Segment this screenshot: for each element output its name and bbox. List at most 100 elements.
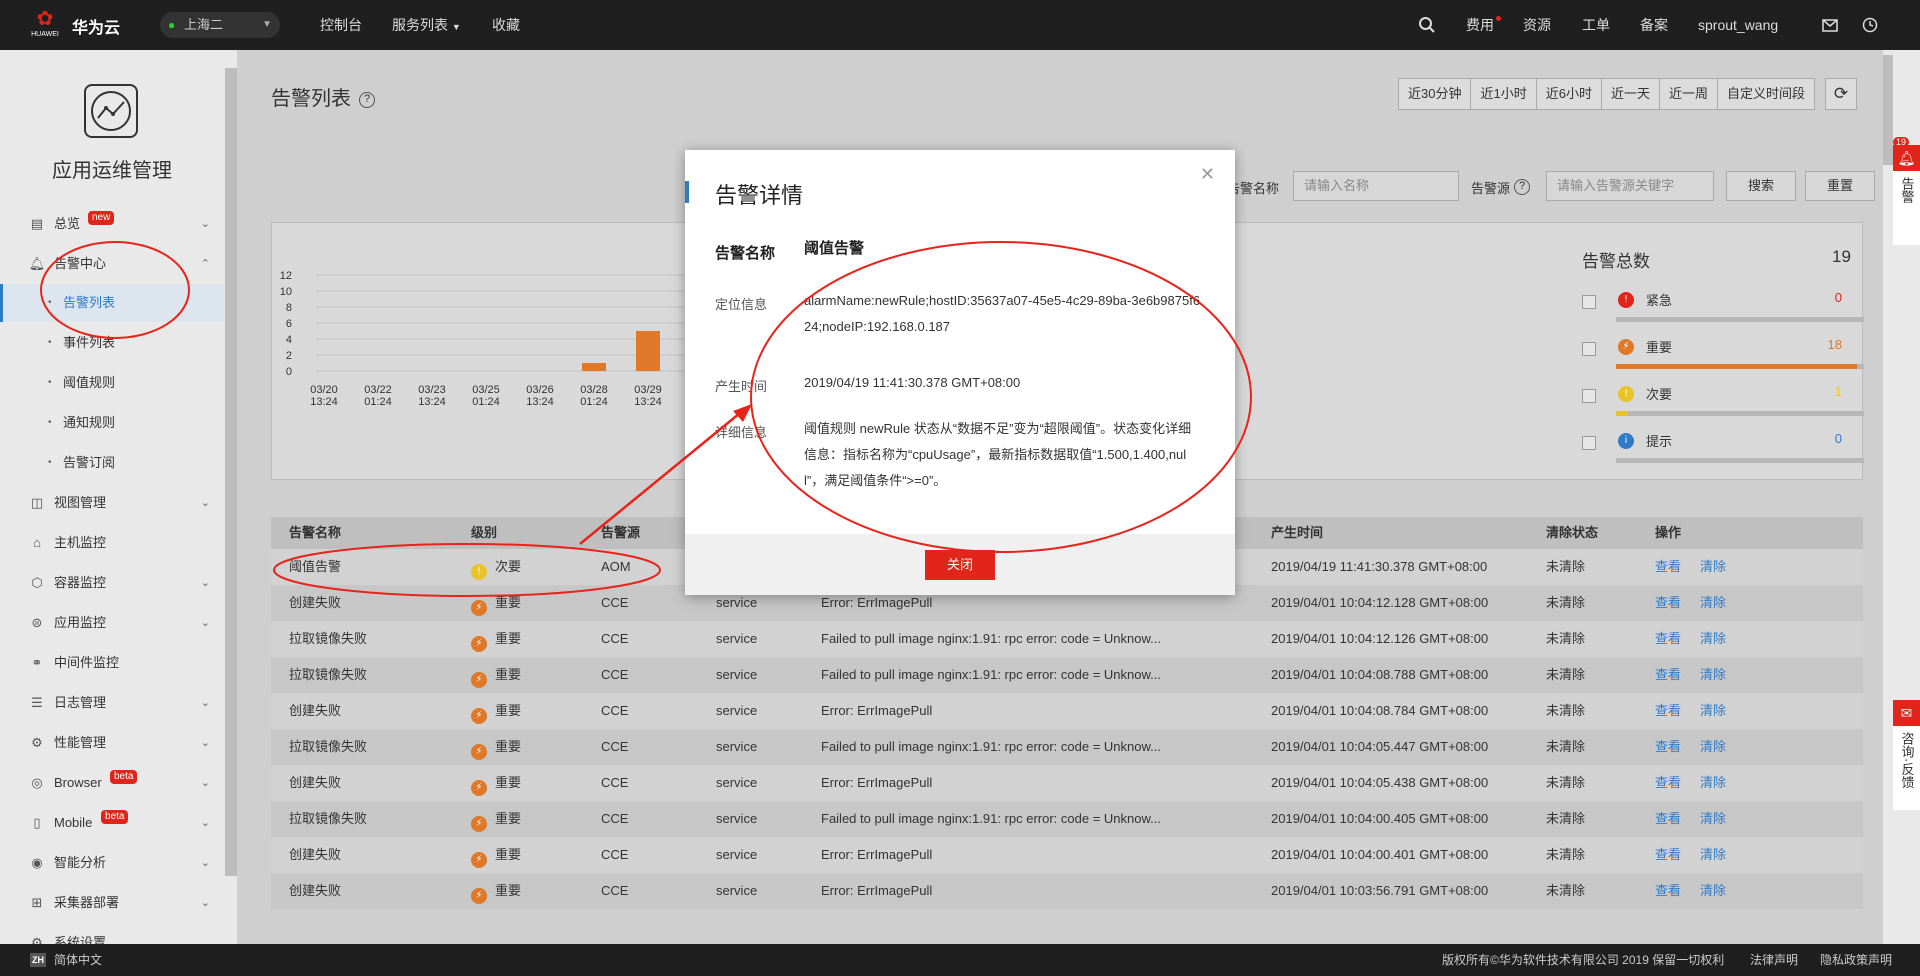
alarm-side-tab[interactable]: 🔔︎ 19 告警 <box>1893 137 1920 245</box>
mail-icon[interactable] <box>1822 0 1838 50</box>
nav-filing[interactable]: 备案 <box>1640 0 1668 50</box>
table-row[interactable]: 创建失败 ⚡ 重要 CCE service Error: ErrImagePull 2019… <box>271 765 1863 801</box>
sidebar-item-settings-partial[interactable]: ⚙ 系统设置 <box>0 924 224 944</box>
header-name[interactable]: 告警名称 <box>289 517 341 549</box>
close-button[interactable]: 关闭 <box>925 550 995 580</box>
legend-row[interactable]: ! 紧急 0 <box>1582 287 1872 327</box>
table-row[interactable]: 拉取镜像失败 ⚡ 重要 CCE service Failed to pull image … <box>271 657 1863 693</box>
legend-checkbox[interactable] <box>1582 295 1596 309</box>
alarm-source-input[interactable]: 请输入告警源关键字 <box>1546 171 1714 201</box>
clear-link[interactable]: 清除 <box>1700 657 1726 693</box>
help-icon[interactable]: ? <box>359 92 375 108</box>
clear-link[interactable]: 清除 <box>1700 693 1726 729</box>
legend-checkbox[interactable] <box>1582 342 1596 356</box>
sidebar-item-smart-analysis[interactable]: ◉ 智能分析 ⌄ <box>0 844 224 882</box>
sidebar-item-middleware-monitor[interactable]: ⚭ 中间件监控 <box>0 644 224 682</box>
clear-link[interactable]: 清除 <box>1700 765 1726 801</box>
view-link[interactable]: 查看 <box>1655 837 1681 873</box>
view-link[interactable]: 查看 <box>1655 873 1681 909</box>
sidebar-item-container-monitor[interactable]: ⬡ 容器监控 ⌄ <box>0 564 224 602</box>
nav-tickets[interactable]: 工单 <box>1582 0 1610 50</box>
header-time[interactable]: 产生时间 <box>1271 517 1323 549</box>
view-link[interactable]: 查看 <box>1655 693 1681 729</box>
view-link[interactable]: 查看 <box>1655 621 1681 657</box>
time-6h-button[interactable]: 近6小时 <box>1537 79 1602 109</box>
main-scrollbar[interactable] <box>1883 55 1893 165</box>
nav-billing[interactable]: 费用 <box>1466 0 1494 50</box>
clock-icon[interactable] <box>1862 0 1878 50</box>
language-selector[interactable]: 简体中文 <box>54 944 102 976</box>
nav-favorites[interactable]: 收藏 <box>492 0 520 50</box>
legend-checkbox[interactable] <box>1582 436 1596 450</box>
sidebar-item-app-monitor[interactable]: ⊜ 应用监控 ⌄ <box>0 604 224 642</box>
view-link[interactable]: 查看 <box>1655 585 1681 621</box>
sidebar-item-browser[interactable]: ◎ Browser beta ⌄ <box>0 764 224 802</box>
privacy-link[interactable]: 隐私政策声明 <box>1820 944 1892 976</box>
sidebar-item-overview[interactable]: ▤ 总览 new ⌄ <box>0 205 224 243</box>
sidebar-item-collector-deploy[interactable]: ⊞ 采集器部署 ⌄ <box>0 884 224 922</box>
table-row[interactable]: 拉取镜像失败 ⚡ 重要 CCE service Failed to pull image … <box>271 729 1863 765</box>
refresh-icon[interactable]: ⟳ <box>1825 78 1857 110</box>
language-icon[interactable]: ZH <box>30 953 46 967</box>
sidebar-subitem-notify-rules[interactable]: • 通知规则 <box>0 404 224 442</box>
header-level[interactable]: 级别 <box>471 517 497 549</box>
clear-link[interactable]: 清除 <box>1700 873 1726 909</box>
sidebar-subitem-threshold-rules[interactable]: • 阈值规则 <box>0 364 224 402</box>
view-link[interactable]: 查看 <box>1655 729 1681 765</box>
view-link[interactable]: 查看 <box>1655 657 1681 693</box>
cell-detail: Failed to pull image nginx:1.91: rpc err… <box>821 667 1161 682</box>
sidebar-item-mobile[interactable]: ▯ Mobile beta ⌄ <box>0 804 224 842</box>
table-row[interactable]: 创建失败 ⚡ 重要 CCE service Error: ErrImagePull 2019… <box>271 693 1863 729</box>
close-icon[interactable]: ✕ <box>1200 164 1215 185</box>
help-icon[interactable]: ? <box>1514 179 1530 195</box>
table-row[interactable]: 创建失败 ⚡ 重要 CCE service Error: ErrImagePull 2019… <box>271 837 1863 873</box>
legend-row[interactable]: ⚡ 重要 18 <box>1582 334 1872 374</box>
view-link[interactable]: 查看 <box>1655 801 1681 837</box>
time-1day-button[interactable]: 近一天 <box>1602 79 1660 109</box>
time-30min-button[interactable]: 近30分钟 <box>1399 79 1472 109</box>
nav-resources[interactable]: 资源 <box>1523 0 1551 50</box>
huawei-logo[interactable]: ✿ HUAWEI <box>30 8 60 42</box>
alarm-name-input[interactable]: 请输入名称 <box>1293 171 1459 201</box>
sidebar-item-label: Browser <box>54 775 102 790</box>
search-icon[interactable] <box>1418 0 1436 50</box>
header-source[interactable]: 告警源 <box>601 517 640 549</box>
time-custom-button[interactable]: 自定义时间段 <box>1718 79 1814 109</box>
nav-console[interactable]: 控制台 <box>320 0 362 50</box>
clear-link[interactable]: 清除 <box>1700 837 1726 873</box>
time-1week-button[interactable]: 近一周 <box>1660 79 1718 109</box>
table-row[interactable]: 拉取镜像失败 ⚡ 重要 CCE service Failed to pull image … <box>271 801 1863 837</box>
clear-link[interactable]: 清除 <box>1700 801 1726 837</box>
clear-link[interactable]: 清除 <box>1700 729 1726 765</box>
header-clear-status[interactable]: 清除状态 <box>1546 517 1598 549</box>
view-link[interactable]: 查看 <box>1655 765 1681 801</box>
sidebar-item-view-mgmt[interactable]: ◫ 视图管理 ⌄ <box>0 484 224 522</box>
sidebar-subitem-event-list[interactable]: • 事件列表 <box>0 324 224 362</box>
sidebar-subitem-alarm-list[interactable]: • 告警列表 <box>0 284 224 322</box>
clear-link[interactable]: 清除 <box>1700 621 1726 657</box>
sidebar-item-alarm-center[interactable]: 🔔︎ 告警中心 ⌃ <box>0 245 224 283</box>
legend-row[interactable]: ! 次要 1 <box>1582 381 1872 421</box>
table-row[interactable]: 创建失败 ⚡ 重要 CCE service Error: ErrImagePull 2019… <box>271 873 1863 909</box>
nav-service-list[interactable]: 服务列表 ▼ <box>392 0 461 50</box>
reset-button[interactable]: 重置 <box>1805 171 1875 201</box>
sidebar-item-host-monitor[interactable]: ⌂ 主机监控 <box>0 524 224 562</box>
view-link[interactable]: 查看 <box>1655 549 1681 585</box>
cell-source: AOM <box>601 559 631 574</box>
feedback-side-tab[interactable]: ✉ 咨询·反馈 <box>1893 700 1920 810</box>
legend-row[interactable]: i 提示 0 <box>1582 428 1872 468</box>
sidebar-scrollbar[interactable] <box>225 68 237 876</box>
legend-checkbox[interactable] <box>1582 389 1596 403</box>
search-button[interactable]: 搜索 <box>1726 171 1796 201</box>
table-row[interactable]: 拉取镜像失败 ⚡ 重要 CCE service Failed to pull image … <box>271 621 1863 657</box>
region-selector[interactable]: ● 上海二 ▼ <box>160 12 280 38</box>
sidebar-item-log-mgmt[interactable]: ☰ 日志管理 ⌄ <box>0 684 224 722</box>
clear-link[interactable]: 清除 <box>1700 585 1726 621</box>
sidebar-item-perf-mgmt[interactable]: ⚙ 性能管理 ⌄ <box>0 724 224 762</box>
clear-link[interactable]: 清除 <box>1700 549 1726 585</box>
legal-link[interactable]: 法律声明 <box>1750 944 1798 976</box>
user-menu[interactable]: sprout_wang <box>1698 0 1778 50</box>
sidebar-subitem-alarm-subscribe[interactable]: • 告警订阅 <box>0 444 224 482</box>
brand-name[interactable]: 华为云 <box>72 14 120 38</box>
time-1h-button[interactable]: 近1小时 <box>1471 79 1537 109</box>
